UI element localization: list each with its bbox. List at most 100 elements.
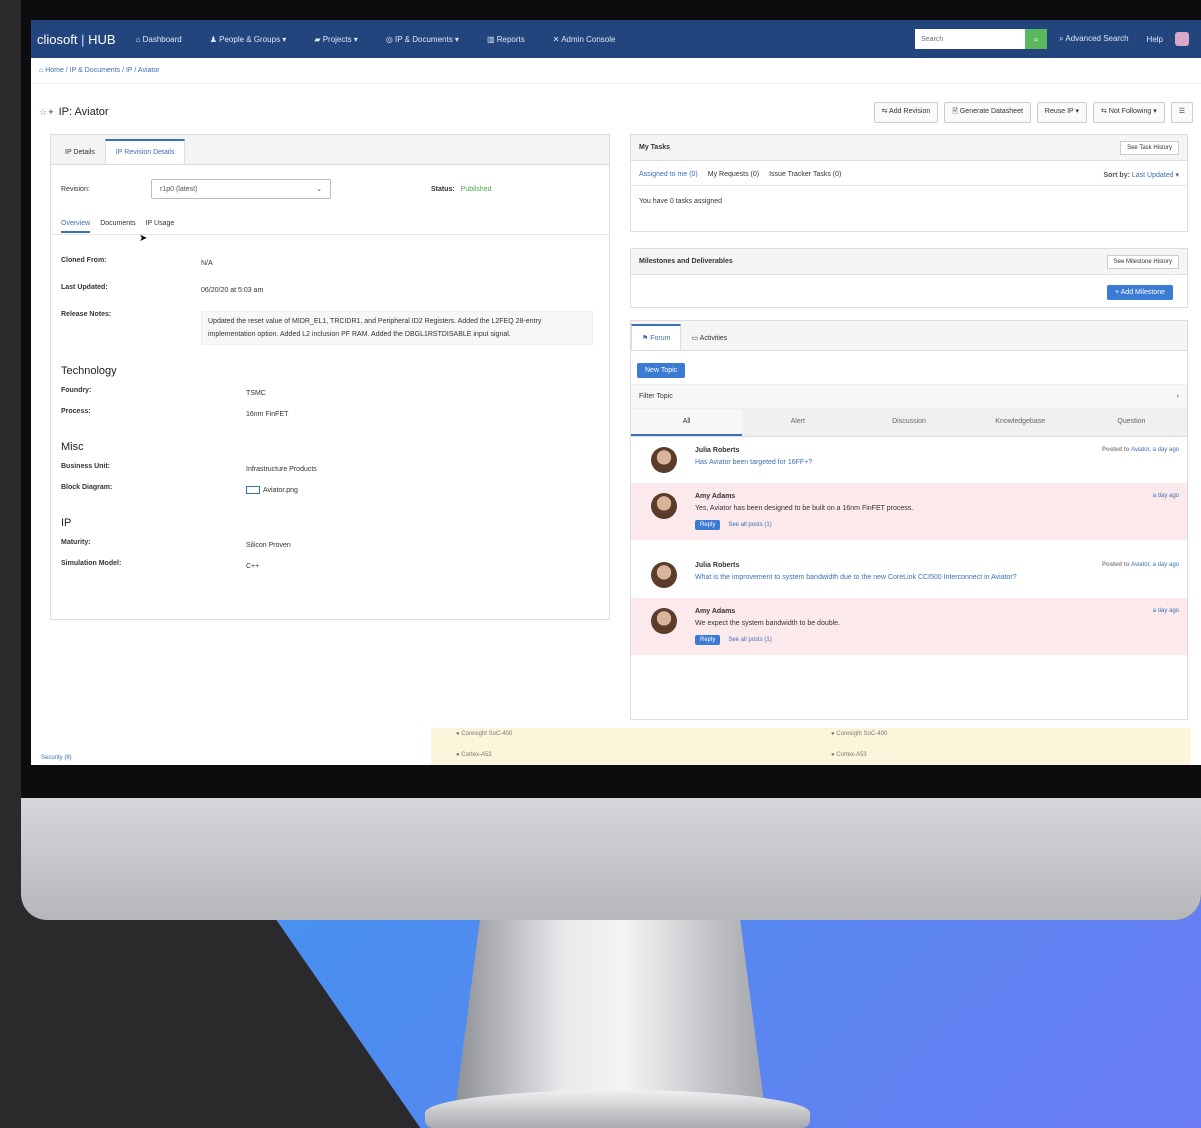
- strip-label: Cortex-A53: [836, 752, 867, 758]
- post-text: Yes, Aviator has been designed to be bui…: [695, 505, 914, 512]
- field-key: Block Diagram:: [61, 484, 113, 491]
- post-author[interactable]: Amy Adams: [695, 493, 1153, 500]
- subtab-ip-usage[interactable]: IP Usage: [146, 220, 175, 227]
- lower-strip: ● Coresight SoC-400 ● Cortex-A53 ● Cores…: [431, 728, 1191, 765]
- field-value: TSMC: [246, 390, 266, 397]
- ip-details-panel: IP Details IP Revision Details Revision:…: [50, 134, 610, 620]
- revision-select[interactable]: r1p0 (latest) ⌄: [151, 179, 331, 199]
- filter-topic-row[interactable]: Filter Topic ›: [631, 384, 1187, 409]
- nav-reports[interactable]: ▥ Reports: [487, 35, 525, 44]
- post-author[interactable]: Amy Adams: [695, 608, 1153, 615]
- top-nav: cliosoft | HUB ⌂ Dashboard ♟ People & Gr…: [31, 20, 1201, 58]
- milestones-title: Milestones and Deliverables: [639, 258, 733, 265]
- tab-ip-details[interactable]: IP Details: [55, 141, 105, 164]
- meta-prefix: Posted to: [1102, 562, 1132, 568]
- search-input[interactable]: [915, 29, 1026, 49]
- security-link[interactable]: Security (8): [41, 755, 72, 761]
- chevron-right-icon: ›: [1176, 393, 1179, 400]
- field-value: Silicon Proven: [246, 542, 291, 549]
- subtab-documents[interactable]: Documents: [100, 220, 135, 227]
- see-all-posts-link[interactable]: See all posts (1): [728, 637, 771, 643]
- field-key: Business Unit:: [61, 463, 111, 470]
- tab-my-requests[interactable]: My Requests (0): [708, 171, 759, 179]
- field-key: Foundry:: [61, 387, 92, 394]
- post-body: Amy Adams Yes, Aviator has been designed…: [695, 493, 1153, 530]
- monitor-stand: [455, 920, 765, 1110]
- nav-search: ⌕: [915, 29, 1048, 49]
- post-author[interactable]: Julia Roberts: [695, 447, 1102, 454]
- brand-hub: HUB: [88, 31, 116, 47]
- new-topic-row: New Topic: [631, 351, 1187, 378]
- subtab-overview[interactable]: Overview: [61, 220, 91, 233]
- user-avatar[interactable]: [1175, 32, 1189, 46]
- see-task-history-button[interactable]: See Task History: [1120, 140, 1179, 155]
- reply-button[interactable]: Reply: [695, 520, 721, 530]
- breadcrumb[interactable]: ⌂ Home / IP & Documents / IP / Aviator: [31, 58, 1201, 84]
- tab-label: Activities: [699, 335, 728, 342]
- see-milestone-history-button[interactable]: See Milestone History: [1106, 254, 1179, 269]
- block-diagram-filename: Aviator.png: [263, 487, 298, 494]
- nav-label: Admin Console: [561, 34, 616, 44]
- post-body: Amy Adams We expect the system bandwidth…: [695, 608, 1153, 645]
- nav-people-groups[interactable]: ♟ People & Groups ▾: [210, 35, 287, 44]
- following-button[interactable]: ⇆ Not Following ▾: [1093, 101, 1165, 123]
- field-key: Release Notes:: [61, 311, 112, 318]
- meta-link[interactable]: Aviator: [1131, 447, 1149, 453]
- tab-forum[interactable]: ⚑ Forum: [631, 324, 682, 350]
- category-discussion[interactable]: Discussion: [853, 409, 964, 436]
- field-foundry: Foundry: TSMC: [51, 387, 609, 400]
- post-meta: a day ago: [1153, 608, 1179, 645]
- category-knowledgebase[interactable]: Knowledgebase: [965, 409, 1076, 436]
- sort-control[interactable]: Sort by: Last Updated ▾: [1103, 171, 1179, 179]
- search-icon[interactable]: ⌕: [1025, 29, 1048, 49]
- category-question[interactable]: Question: [1076, 409, 1187, 436]
- post-body: Julia Roberts Has Aviator been targeted …: [695, 447, 1102, 473]
- reuse-ip-button[interactable]: Reuse IP ▾: [1036, 101, 1088, 123]
- tab-label: Forum: [650, 335, 671, 342]
- nav-projects[interactable]: ▰ Projects ▾: [314, 35, 358, 44]
- forum-reply: Amy Adams We expect the system bandwidth…: [631, 598, 1187, 655]
- nav-admin-console[interactable]: ✕ Admin Console: [553, 35, 616, 44]
- category-alert[interactable]: Alert: [742, 409, 853, 436]
- calendar-icon: ▭: [691, 335, 700, 342]
- chevron-down-icon: ⌄: [316, 186, 322, 193]
- generate-datasheet-button[interactable]: 🖹 Generate Datasheet: [944, 101, 1031, 123]
- brand-logo[interactable]: cliosoft | HUB: [37, 32, 116, 47]
- tab-assigned-to-me[interactable]: Assigned to me (0): [639, 171, 698, 179]
- page-title: IP: Aviator: [58, 106, 109, 118]
- block-diagram-link[interactable]: Aviator.png: [246, 484, 599, 497]
- advanced-search-link[interactable]: ⌕ Advanced Search: [1059, 34, 1128, 44]
- strip-item: ● Coresight SoC-400: [831, 731, 888, 737]
- release-notes-text: Updated the reset value of MIDR_EL1, TRC…: [201, 311, 593, 345]
- strip-label: Coresight SoC-400: [836, 731, 888, 737]
- post-title-link[interactable]: Has Aviator been targeted for 16FF+?: [695, 459, 1102, 466]
- tab-ip-revision-details[interactable]: IP Revision Details: [104, 139, 186, 164]
- add-milestone-button[interactable]: + Add Milestone: [1106, 285, 1173, 300]
- image-icon: [246, 486, 260, 495]
- post-meta: Posted to Aviator, a day ago: [1102, 447, 1179, 473]
- page-actions: ⇆ Add Revision 🖹 Generate Datasheet Reus…: [873, 101, 1193, 123]
- button-label: Add Revision: [889, 107, 931, 115]
- post-author[interactable]: Julia Roberts: [695, 562, 1102, 569]
- help-link[interactable]: Help: [1147, 35, 1163, 44]
- category-all[interactable]: All: [631, 409, 743, 436]
- add-revision-button[interactable]: ⇆ Add Revision: [873, 101, 939, 123]
- menu-icon[interactable]: ☰: [1170, 101, 1193, 123]
- star-icon[interactable]: ☆: [39, 107, 47, 118]
- monitor-base: [425, 1090, 810, 1128]
- section-misc: Misc: [61, 441, 84, 453]
- meta-link[interactable]: Aviator: [1131, 562, 1149, 568]
- field-maturity: Maturity: Silicon Proven: [51, 539, 609, 552]
- task-tabs: Assigned to me (0) My Requests (0) Issue…: [631, 161, 1187, 186]
- tab-activities[interactable]: ▭ Activities: [681, 326, 737, 350]
- new-topic-button[interactable]: New Topic: [637, 363, 686, 378]
- nav-ip-documents[interactable]: ◎ IP & Documents ▾: [386, 35, 459, 44]
- see-all-posts-link[interactable]: See all posts (1): [728, 522, 771, 528]
- post-title-link[interactable]: What is the improvement to system bandwi…: [695, 574, 1102, 581]
- field-value: C++: [246, 563, 260, 570]
- nav-dashboard[interactable]: ⌂ Dashboard: [136, 35, 182, 44]
- monitor-chin: [21, 798, 1201, 920]
- reply-button[interactable]: Reply: [695, 635, 721, 645]
- tab-issue-tracker-tasks[interactable]: Issue Tracker Tasks (0): [769, 171, 841, 179]
- revision-subtabs: Overview Documents IP Usage: [51, 213, 609, 235]
